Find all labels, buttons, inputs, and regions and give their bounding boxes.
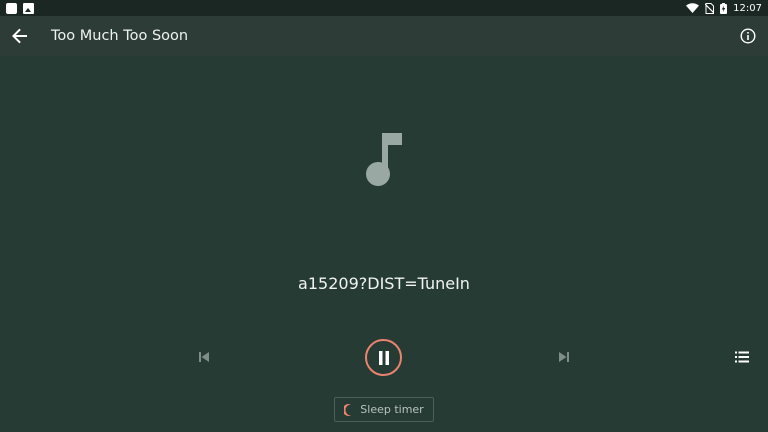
status-notifications	[6, 2, 34, 14]
queue-list-icon	[735, 351, 749, 363]
status-time: 12:07	[733, 2, 762, 14]
page-title: Too Much Too Soon	[51, 28, 189, 44]
now-playing-screen: 12:07 Too Much Too Soon a15209?DIST=Tune…	[0, 0, 768, 432]
sleep-timer-button[interactable]: Sleep timer	[334, 397, 434, 422]
arrow-back-icon	[12, 28, 27, 44]
info-icon	[740, 28, 756, 44]
stream-title: a15209?DIST=TuneIn	[298, 274, 470, 293]
image-notification-icon	[23, 2, 34, 14]
info-button[interactable]	[736, 24, 760, 48]
previous-button[interactable]	[192, 345, 216, 369]
play-pause-button[interactable]	[365, 339, 402, 376]
queue-button[interactable]	[730, 345, 754, 369]
notification-square-icon	[6, 2, 17, 14]
music-note-icon	[366, 133, 402, 186]
pause-icon	[378, 350, 389, 365]
battery-charging-icon	[720, 2, 728, 14]
next-button[interactable]	[552, 345, 576, 369]
status-bar: 12:07	[0, 0, 768, 16]
back-button[interactable]	[8, 24, 32, 48]
skip-previous-icon	[199, 352, 209, 362]
status-system-icons: 12:07	[686, 0, 762, 16]
toolbar: Too Much Too Soon	[0, 16, 768, 56]
moon-icon	[344, 403, 352, 416]
wifi-icon	[686, 3, 700, 13]
no-sim-icon	[705, 2, 715, 14]
skip-next-icon	[559, 352, 569, 362]
sleep-timer-label: Sleep timer	[360, 403, 424, 416]
